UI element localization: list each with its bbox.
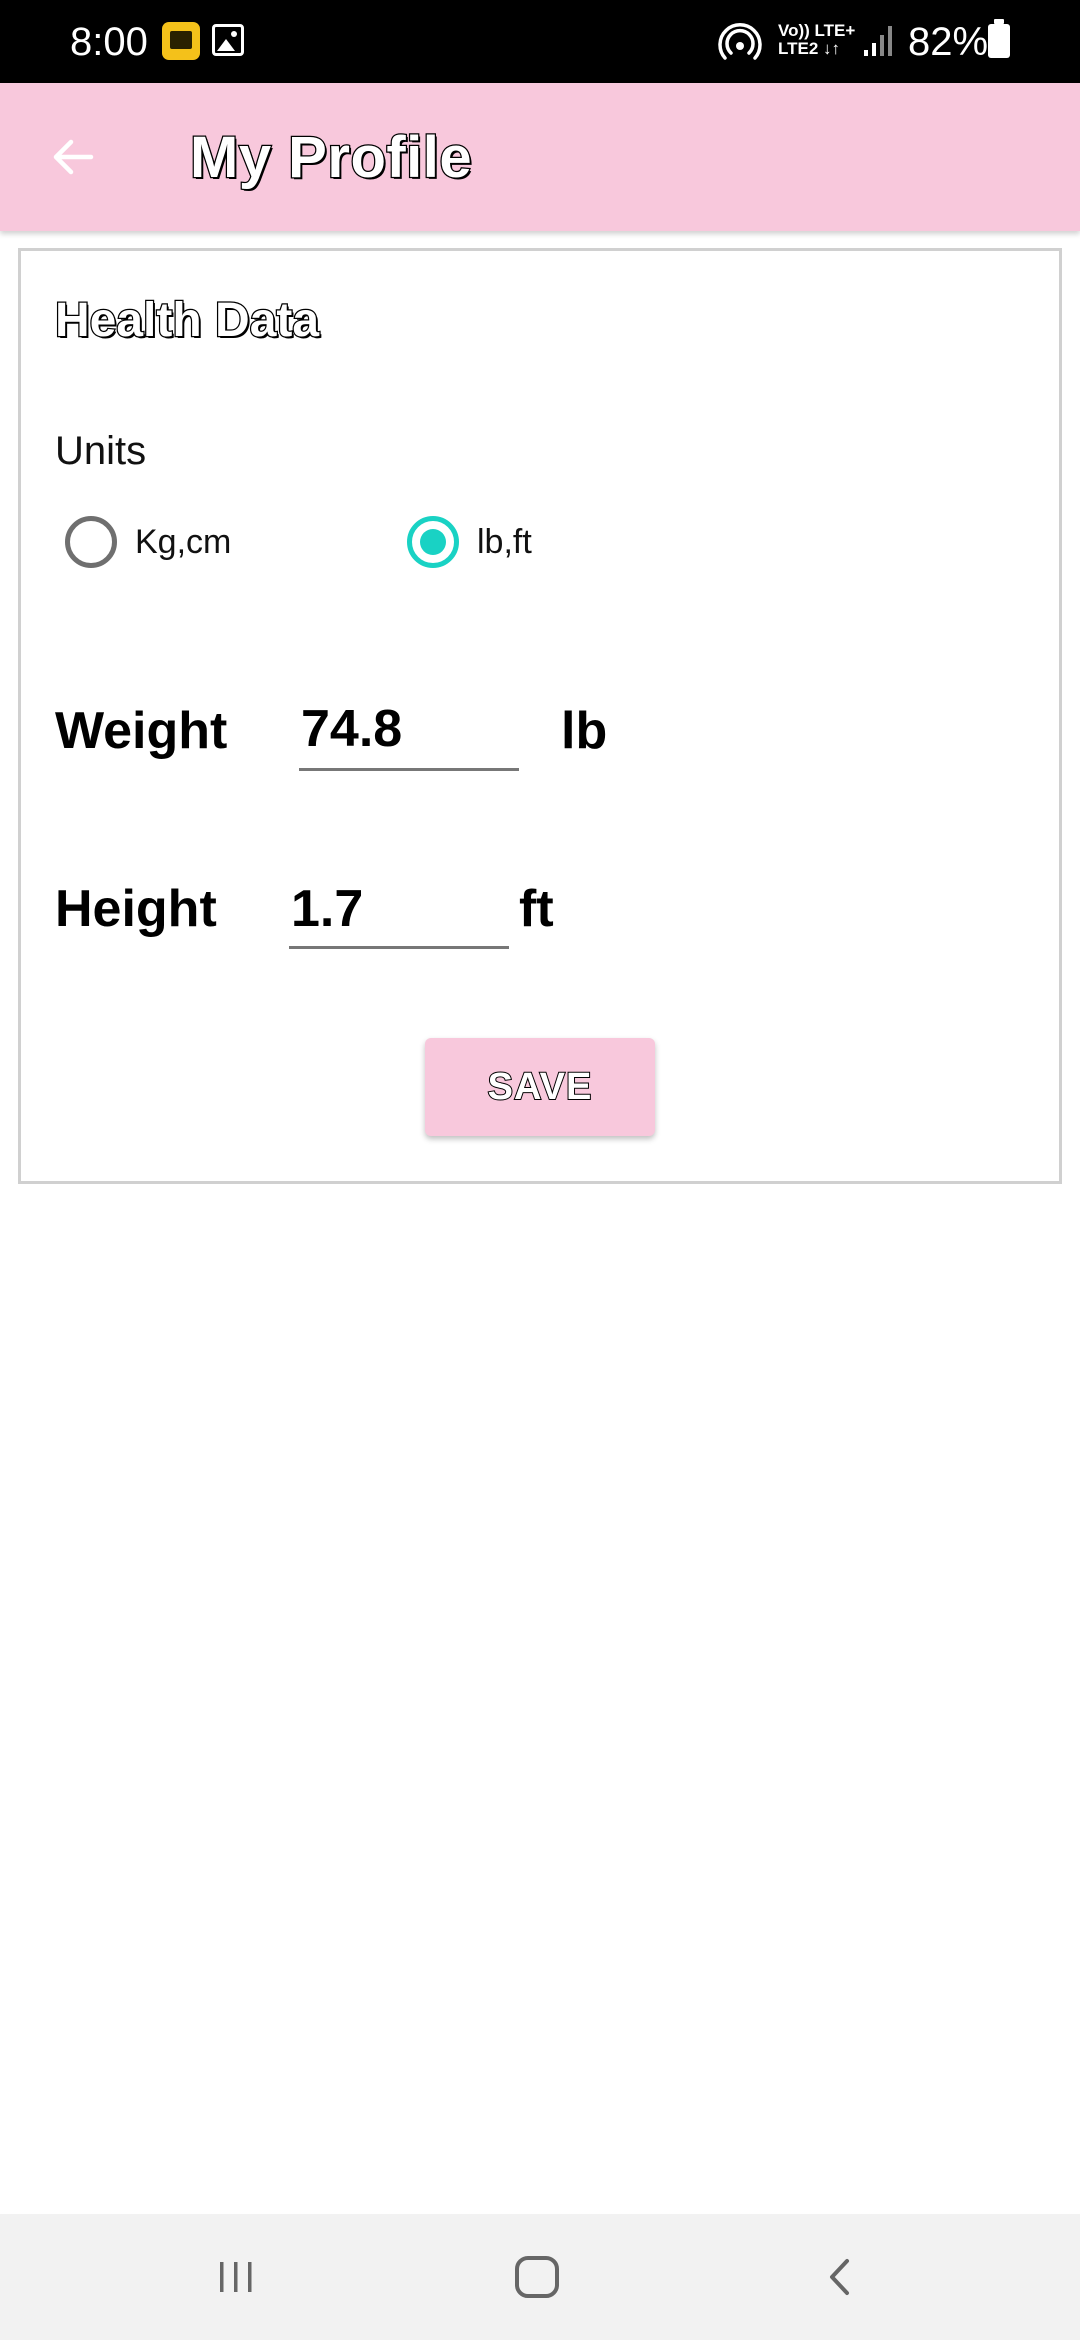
radio-lb-ft[interactable]: lb,ft bbox=[407, 514, 532, 570]
save-button[interactable]: SAVE bbox=[425, 1038, 655, 1136]
network-type-text: Vo)) LTE+ LTE2 ↓↑ bbox=[778, 21, 856, 58]
radio-label-lb-ft: lb,ft bbox=[477, 523, 532, 561]
height-unit-label: ft bbox=[519, 880, 554, 938]
weight-unit-label: lb bbox=[561, 702, 608, 760]
back-icon bbox=[830, 2259, 849, 2295]
recents-button[interactable] bbox=[206, 2247, 266, 2307]
radio-label-kg-cm: Kg,cm bbox=[135, 523, 232, 561]
recents-icon bbox=[220, 2262, 252, 2292]
radio-kg-cm[interactable]: Kg,cm bbox=[65, 514, 231, 570]
nav-back-button[interactable] bbox=[810, 2247, 870, 2307]
height-value: 1.7 bbox=[291, 880, 364, 938]
battery-icon bbox=[988, 19, 1010, 58]
battery-percentage: 82% bbox=[908, 20, 989, 64]
radio-unchecked-icon bbox=[65, 516, 117, 568]
status-bar: 8:00 Vo)) LTE+ LTE2 ↓↑ 82% bbox=[0, 0, 1080, 83]
height-input[interactable]: 1.7 bbox=[289, 871, 509, 949]
gallery-notification-icon bbox=[212, 24, 244, 56]
health-data-card: Health Data Units Kg,cm lb,ft Weight 74.… bbox=[18, 248, 1062, 1184]
weight-value: 74.8 bbox=[301, 700, 403, 758]
arrow-back-icon bbox=[53, 139, 94, 175]
units-label: Units bbox=[55, 429, 147, 473]
weight-label: Weight bbox=[55, 702, 228, 760]
home-button[interactable] bbox=[507, 2247, 567, 2307]
system-nav-bar bbox=[0, 2214, 1080, 2340]
page-title: My Profile bbox=[189, 124, 473, 192]
radio-checked-icon bbox=[407, 516, 459, 568]
signal-strength-icon bbox=[864, 26, 892, 56]
hotspot-icon bbox=[718, 23, 762, 60]
status-time: 8:00 bbox=[70, 20, 148, 64]
back-button[interactable] bbox=[40, 124, 106, 190]
home-icon bbox=[515, 2256, 559, 2298]
network-type-label: Vo)) LTE+ LTE2 ↓↑ bbox=[778, 22, 855, 58]
weight-input[interactable]: 74.8 bbox=[299, 691, 519, 771]
card-title: Health Data bbox=[54, 293, 321, 349]
height-label: Height bbox=[55, 880, 217, 938]
files-notification-icon bbox=[162, 22, 200, 60]
app-bar: My Profile bbox=[0, 83, 1080, 231]
